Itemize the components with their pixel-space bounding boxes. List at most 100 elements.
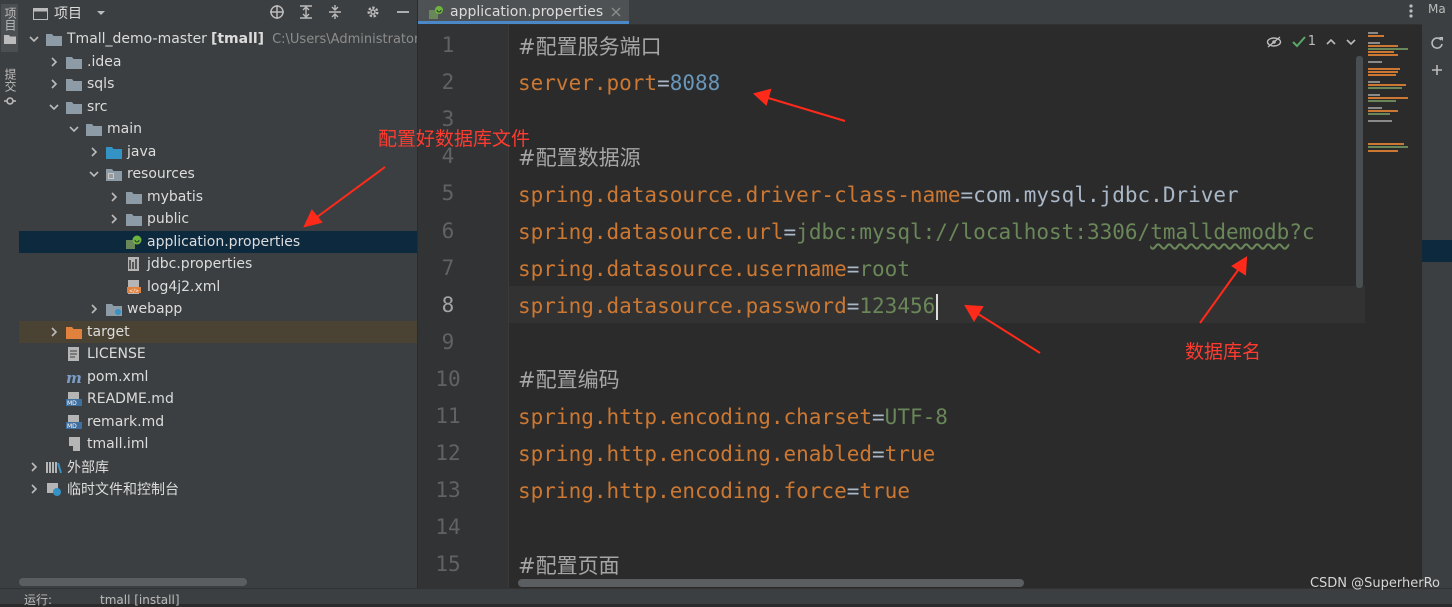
chevron-down-icon[interactable] [27, 32, 41, 46]
chevron-right-icon[interactable] [47, 55, 61, 69]
project-view-selector[interactable]: 项目 [33, 3, 106, 23]
equals-sign: = [846, 479, 860, 503]
line-number[interactable]: 14 [418, 515, 478, 539]
line-number[interactable]: 15 [418, 552, 478, 576]
code-minimap[interactable] [1366, 28, 1418, 168]
collapse-all-button[interactable] [325, 2, 345, 22]
code-line-1[interactable]: #配置服务端口 [518, 32, 662, 62]
line-number[interactable]: 13 [418, 478, 478, 502]
line-number[interactable]: 6 [418, 219, 478, 243]
editor-vertical-scrollbar[interactable] [1356, 56, 1363, 288]
code-line-6[interactable]: spring.datasource.url=jdbc:mysql://local… [518, 217, 1315, 247]
code-line-11[interactable]: spring.http.encoding.charset=UTF-8 [518, 402, 948, 432]
inspection-status[interactable]: 1 [1292, 34, 1316, 49]
commit-tool-tab[interactable]: 提交 [1, 66, 18, 109]
refresh-icon[interactable] [1430, 36, 1444, 50]
equals-sign: = [657, 71, 670, 95]
line-number[interactable]: 10 [418, 367, 478, 391]
chevron-right-icon[interactable] [87, 302, 101, 316]
minimap-line [1368, 84, 1406, 86]
chevron-up-icon[interactable] [1326, 38, 1336, 46]
chevron-right-icon[interactable] [107, 190, 121, 204]
settings-button[interactable] [363, 2, 383, 22]
tree-item[interactable]: sqls [19, 73, 417, 95]
tab-application-properties[interactable]: application.properties [418, 0, 630, 24]
tree-item[interactable]: target [19, 320, 417, 343]
tree-item[interactable]: java [19, 141, 417, 163]
tree-item[interactable]: main [19, 118, 417, 140]
tree-item-label: main [107, 121, 142, 137]
tree-item[interactable]: Tmall_demo-master [tmall] C:\Users\Adminis… [19, 28, 417, 50]
minimap-line [1368, 143, 1404, 145]
project-panel-title: 项目 [54, 6, 82, 22]
minimap-line [1368, 81, 1380, 83]
locate-file-button[interactable] [267, 2, 287, 22]
close-icon[interactable] [611, 7, 621, 17]
chevron-down-icon[interactable] [87, 167, 101, 181]
chevron-right-icon[interactable] [107, 212, 121, 226]
tree-item[interactable]: jdbc.properties [19, 253, 417, 275]
line-number[interactable]: 9 [418, 330, 478, 354]
tree-item[interactable]: 外部库 [19, 456, 417, 478]
chevron-right-icon[interactable] [47, 77, 61, 91]
maven-tool-tab[interactable]: Ma [1428, 2, 1446, 16]
line-number[interactable]: 2 [418, 70, 478, 94]
chevron-down-icon[interactable] [1346, 38, 1356, 46]
reader-mode-icon[interactable] [1266, 35, 1282, 48]
run-config-tab[interactable]: tmall [install] [100, 594, 180, 606]
code-line-7[interactable]: spring.datasource.username=root [518, 254, 910, 284]
tree-item[interactable]: tmall.iml [19, 433, 417, 455]
minimap-line [1368, 97, 1408, 99]
hide-panel-button[interactable] [393, 2, 413, 22]
editor-horizontal-scrollbar[interactable] [518, 579, 1024, 587]
tree-item-label: remark.md [87, 413, 165, 430]
project-tool-tab[interactable]: 项目 [1, 4, 18, 52]
tree-item[interactable]: mybatis [19, 186, 417, 208]
line-number[interactable]: 11 [418, 404, 478, 428]
code-line-2[interactable]: server.port=8088 [518, 68, 720, 98]
tab-actions-button[interactable] [1408, 3, 1414, 23]
line-number[interactable]: 7 [418, 256, 478, 280]
chevron-right-icon[interactable] [27, 460, 41, 474]
code-line-13[interactable]: spring.http.encoding.force=true [518, 476, 910, 506]
inspection-widget: 1 [1266, 34, 1356, 49]
folder-icon [66, 100, 82, 114]
add-icon[interactable] [1431, 64, 1443, 76]
tree-item[interactable]: src [19, 96, 417, 118]
code-line-15[interactable]: #配置页面 [518, 551, 620, 581]
tree-item[interactable]: 临时文件和控制台 [19, 478, 417, 500]
code-line-12[interactable]: spring.http.encoding.enabled=true [518, 439, 935, 469]
tree-item[interactable]: </> log4j2.xml [19, 276, 417, 298]
chevron-down-icon[interactable] [47, 100, 61, 114]
project-horizontal-scrollbar[interactable] [19, 578, 247, 586]
code-line-5[interactable]: spring.datasource.driver-class-name=com.… [518, 180, 1239, 210]
line-number[interactable]: 8 [418, 293, 478, 317]
code-line-10[interactable]: #配置编码 [518, 365, 620, 395]
tree-item[interactable]: .idea [19, 51, 417, 73]
chevron-right-icon[interactable] [27, 482, 41, 496]
tree-item[interactable]: MD remark.md [19, 411, 417, 433]
tree-item[interactable]: m pom.xml [19, 366, 417, 388]
line-number[interactable]: 1 [418, 33, 478, 57]
minimap-line [1368, 100, 1396, 102]
code-line-8[interactable]: spring.datasource.password=123456 [518, 291, 939, 321]
commit-icon [3, 97, 16, 105]
tree-item[interactable]: resources [19, 163, 417, 185]
tree-item-label: application.properties [147, 233, 301, 250]
line-number[interactable]: 5 [418, 181, 478, 205]
property-value: root [859, 257, 910, 281]
tree-item[interactable]: webapp [19, 298, 417, 320]
expand-all-button[interactable] [296, 2, 316, 22]
minimap-line [1368, 61, 1382, 63]
line-number[interactable]: 12 [418, 441, 478, 465]
chevron-right-icon[interactable] [47, 325, 61, 339]
tree-item[interactable]: MD README.md [19, 388, 417, 410]
code-line-4[interactable]: #配置数据源 [518, 143, 641, 173]
tree-item[interactable]: public [19, 208, 417, 230]
tree-item[interactable]: application.properties [19, 230, 417, 253]
property-key: spring.http.encoding.force [518, 479, 847, 503]
chevron-right-icon[interactable] [87, 145, 101, 159]
chevron-down-icon[interactable] [67, 122, 81, 136]
tree-item[interactable]: LICENSE [19, 343, 417, 365]
